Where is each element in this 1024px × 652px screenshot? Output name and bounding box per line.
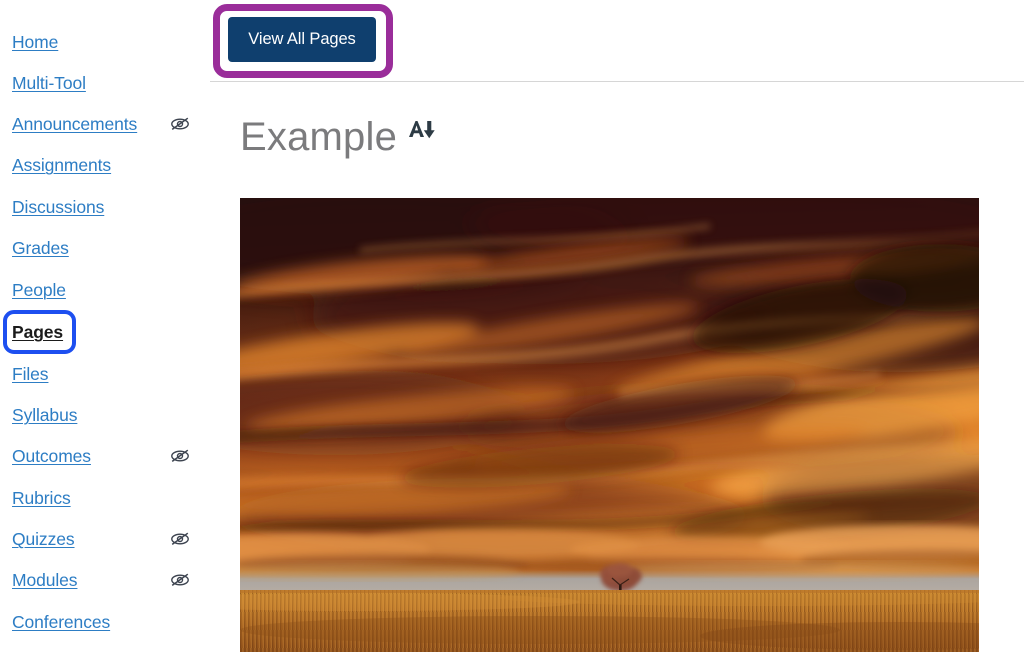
eye-slash-icon	[169, 530, 191, 548]
text-download-icon[interactable]	[407, 118, 437, 147]
sidebar-item-announcements[interactable]: Announcements	[12, 112, 189, 136]
sidebar-item-home[interactable]: Home	[12, 30, 58, 54]
sidebar-item-files[interactable]: Files	[12, 362, 49, 386]
sidebar-item-modules[interactable]: Modules	[12, 568, 189, 592]
sidebar-item-grades[interactable]: Grades	[12, 236, 69, 260]
sidebar-item-discussions[interactable]: Discussions	[12, 195, 104, 219]
course-navigation: Home Multi-Tool Announcements Assignment…	[0, 0, 210, 652]
sidebar-item-rubrics[interactable]: Rubrics	[12, 486, 71, 510]
sidebar-item-label[interactable]: Grades	[12, 236, 69, 260]
sidebar-item-label[interactable]: Announcements	[12, 112, 137, 136]
sidebar-item-people[interactable]: People	[12, 278, 66, 302]
canvas-page-view: Home Multi-Tool Announcements Assignment…	[0, 0, 1024, 652]
sidebar-item-label[interactable]: Discussions	[12, 195, 104, 219]
sidebar-item-label[interactable]: Pages	[12, 320, 63, 344]
page-content: Example	[210, 82, 1024, 652]
sidebar-item-assignments[interactable]: Assignments	[12, 153, 111, 177]
sidebar-item-label[interactable]: Syllabus	[12, 403, 77, 427]
sidebar-item-label[interactable]: Files	[12, 362, 49, 386]
sidebar-item-syllabus[interactable]: Syllabus	[12, 403, 77, 427]
sidebar-item-label[interactable]: Assignments	[12, 153, 111, 177]
sunset-field-tree-photo	[240, 198, 979, 652]
eye-slash-icon	[169, 447, 191, 465]
sidebar-item-label[interactable]: Conferences	[12, 610, 110, 634]
sidebar-item-conferences[interactable]: Conferences	[12, 610, 110, 634]
eye-slash-icon	[169, 115, 191, 133]
sidebar-item-label[interactable]: Home	[12, 30, 58, 54]
eye-slash-icon	[169, 571, 191, 589]
sidebar-item-label[interactable]: Modules	[12, 568, 78, 592]
page-title: Example	[240, 115, 398, 159]
sidebar-item-label[interactable]: Quizzes	[12, 527, 75, 551]
view-all-pages-button[interactable]: View All Pages	[228, 17, 376, 62]
sidebar-item-quizzes[interactable]: Quizzes	[12, 527, 189, 551]
sidebar-item-label[interactable]: Outcomes	[12, 444, 91, 468]
sidebar-item-outcomes[interactable]: Outcomes	[12, 444, 189, 468]
page-title-row: Example	[240, 112, 437, 162]
sidebar-item-label[interactable]: Rubrics	[12, 486, 71, 510]
sidebar-item-label[interactable]: Multi-Tool	[12, 71, 86, 95]
sidebar-item-multi-tool[interactable]: Multi-Tool	[12, 71, 86, 95]
sidebar-item-pages[interactable]: Pages	[12, 320, 63, 344]
sidebar-item-label[interactable]: People	[12, 278, 66, 302]
